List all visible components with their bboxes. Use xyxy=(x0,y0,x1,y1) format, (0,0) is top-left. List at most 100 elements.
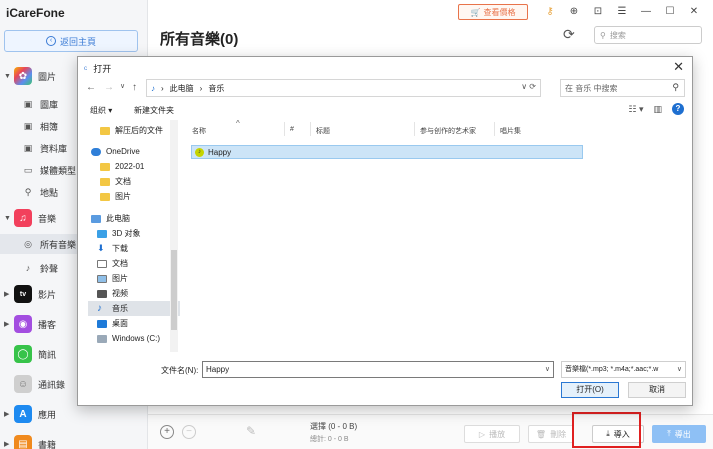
sidebar-label: 簡訊 xyxy=(38,349,57,360)
path-separator: › xyxy=(161,83,164,93)
tree-item[interactable]: 文档 xyxy=(88,174,180,189)
column-name[interactable]: 名称 xyxy=(192,126,206,136)
selection-count: 選擇 (0 - 0 B) xyxy=(310,422,358,431)
tree-item-music[interactable]: ♪ 音乐 xyxy=(88,301,180,316)
filename-input[interactable]: Happy ∨ xyxy=(202,361,554,378)
audio-file-icon: ♪ xyxy=(195,147,204,157)
export-button[interactable]: ⤒ 導出 xyxy=(652,425,706,443)
dialog-title: 打开 xyxy=(93,64,112,74)
app-logo-icon: ᶜ xyxy=(84,63,88,74)
sidebar-label: 書籍 xyxy=(38,439,57,449)
preview-pane-icon[interactable]: ▥ xyxy=(653,104,662,115)
caret-right-icon: ▶ xyxy=(4,411,10,418)
sidebar-label: 鈴聲 xyxy=(40,263,59,274)
tree-item[interactable]: 2022-01 xyxy=(88,159,180,174)
address-dropdown-icon[interactable]: ∨ ⟳ xyxy=(521,82,536,91)
folder-search-input[interactable]: 在 音乐 中搜索 ⚲ xyxy=(560,79,685,97)
caret-right-icon: ▶ xyxy=(4,321,10,328)
window-controls: ⚷ ⊕ ⊡ ☰ — ☐ ✕ xyxy=(538,4,706,20)
key-icon[interactable]: ⚷ xyxy=(538,4,562,20)
scroll-thumb[interactable] xyxy=(171,250,177,330)
tree-label: 文档 xyxy=(115,177,131,186)
music-disc-icon: ◎ xyxy=(24,238,32,249)
column-title[interactable]: 标题 xyxy=(316,126,330,136)
tree-item[interactable]: 解压后的文件 xyxy=(88,123,180,138)
play-button[interactable]: ▷ 播放 xyxy=(464,425,520,443)
drive-icon xyxy=(97,334,107,343)
recent-chevron-icon[interactable]: ∨ xyxy=(120,82,125,90)
purchase-button[interactable]: 🛒 查看價格 xyxy=(458,4,528,20)
sidebar-item-books[interactable]: ▶ ▤ 書籍 xyxy=(0,434,148,449)
chevron-down-icon[interactable]: ∨ xyxy=(545,362,550,377)
tree-item[interactable]: 3D 对象 xyxy=(88,226,180,241)
add-icon[interactable]: + xyxy=(160,425,174,439)
organize-button[interactable]: 组织 ▾ xyxy=(90,105,112,116)
column-number[interactable]: # xyxy=(290,126,294,133)
download-icon[interactable]: ⊕ xyxy=(562,4,586,20)
open-file-dialog: ᶜ 打开 ✕ ← → ∨ ↑ ♪ › 此电脑 › 音乐 ∨ ⟳ 在 音乐 中搜索… xyxy=(77,56,693,406)
tree-item[interactable]: ⬇ 下载 xyxy=(88,241,180,256)
column-artist[interactable]: 参与创作的艺术家 xyxy=(420,126,476,136)
sidebar-label: 音樂 xyxy=(38,213,57,224)
file-type-select[interactable]: 音樂檔(*.mp3; *.m4a;*.aac;*.w ∨ xyxy=(561,361,686,378)
search-icon: ⚲ xyxy=(600,30,606,40)
close-icon[interactable]: ✕ xyxy=(682,4,706,20)
sidebar-label: 地點 xyxy=(40,187,59,198)
caret-down-icon: ▼ xyxy=(4,72,11,80)
back-arrow-icon[interactable]: ← xyxy=(86,82,96,93)
tree-item[interactable]: 文档 xyxy=(88,256,180,271)
home-button[interactable]: ‹ 返回主頁 xyxy=(4,30,138,52)
view-options-icon[interactable]: ☷ ▾ xyxy=(628,104,643,115)
tree-scrollbar[interactable] xyxy=(170,120,178,352)
address-row: ← → ∨ ↑ ♪ › 此电脑 › 音乐 ∨ ⟳ 在 音乐 中搜索 ⚲ xyxy=(78,79,692,99)
chevron-down-icon[interactable]: ∨ xyxy=(674,362,682,377)
minimize-icon[interactable]: — xyxy=(634,4,658,20)
video-icon: ▭ xyxy=(23,164,33,175)
caret-down-icon: ▼ xyxy=(4,214,11,222)
help-icon[interactable]: ? xyxy=(672,103,684,115)
view-controls: ☷ ▾ ▥ ? xyxy=(628,103,684,115)
breadcrumb-music[interactable]: 音乐 xyxy=(208,83,224,94)
filename-label: 文件名(N): xyxy=(161,366,199,375)
tree-item-this-pc[interactable]: 此电脑 xyxy=(88,211,180,226)
tree-item[interactable]: 桌面 xyxy=(88,316,180,331)
feedback-icon[interactable]: ⊡ xyxy=(586,4,610,20)
tree-item[interactable]: 图片 xyxy=(88,189,180,204)
column-album[interactable]: 唱片集 xyxy=(500,126,521,136)
folder-icon xyxy=(100,177,110,186)
file-row[interactable]: ♪ Happy xyxy=(191,145,583,159)
edit-icon[interactable]: ✎ xyxy=(246,424,256,438)
search-input[interactable]: ⚲ 搜索 xyxy=(594,26,702,44)
tree-item-onedrive[interactable]: OneDrive xyxy=(88,144,180,159)
remove-icon[interactable]: − xyxy=(182,425,196,439)
folder-icon xyxy=(100,162,110,171)
tree-item[interactable]: 视频 xyxy=(88,286,180,301)
tree-item[interactable]: Windows (C:) xyxy=(88,331,180,346)
sidebar-label: 相簿 xyxy=(40,121,59,132)
forward-arrow-icon[interactable]: → xyxy=(104,82,114,93)
menu-icon[interactable]: ☰ xyxy=(610,4,634,20)
tree-label: 音乐 xyxy=(112,304,128,313)
up-arrow-icon[interactable]: ↑ xyxy=(132,82,137,93)
contacts-icon: ☺ xyxy=(14,375,32,393)
cancel-button[interactable]: 取消 xyxy=(628,382,686,398)
tree-item[interactable]: 图片 xyxy=(88,271,180,286)
purchase-button-label: 查看價格 xyxy=(483,7,516,17)
column-separator xyxy=(310,122,311,136)
play-icon: ▷ xyxy=(478,429,486,439)
open-button[interactable]: 打开(O) xyxy=(561,382,619,398)
tree-label: 解压后的文件 xyxy=(115,126,163,135)
refresh-icon[interactable]: ⟳ xyxy=(563,26,575,43)
maximize-icon[interactable]: ☐ xyxy=(658,4,682,20)
dialog-close-icon[interactable]: ✕ xyxy=(673,59,684,75)
sidebar-item-apps[interactable]: ▶ A 應用 xyxy=(0,404,148,424)
file-name: Happy xyxy=(208,147,232,157)
new-folder-button[interactable]: 新建文件夹 xyxy=(134,105,174,116)
column-separator xyxy=(494,122,495,136)
breadcrumb-this-pc[interactable]: 此电脑 xyxy=(170,83,194,94)
folder-icon xyxy=(100,126,110,135)
tree-label: 文档 xyxy=(112,259,128,268)
delete-button[interactable]: 🗑 刪除 xyxy=(528,425,574,443)
sidebar-label: 應用 xyxy=(38,409,57,420)
address-bar[interactable]: ♪ › 此电脑 › 音乐 ∨ ⟳ xyxy=(146,79,541,97)
